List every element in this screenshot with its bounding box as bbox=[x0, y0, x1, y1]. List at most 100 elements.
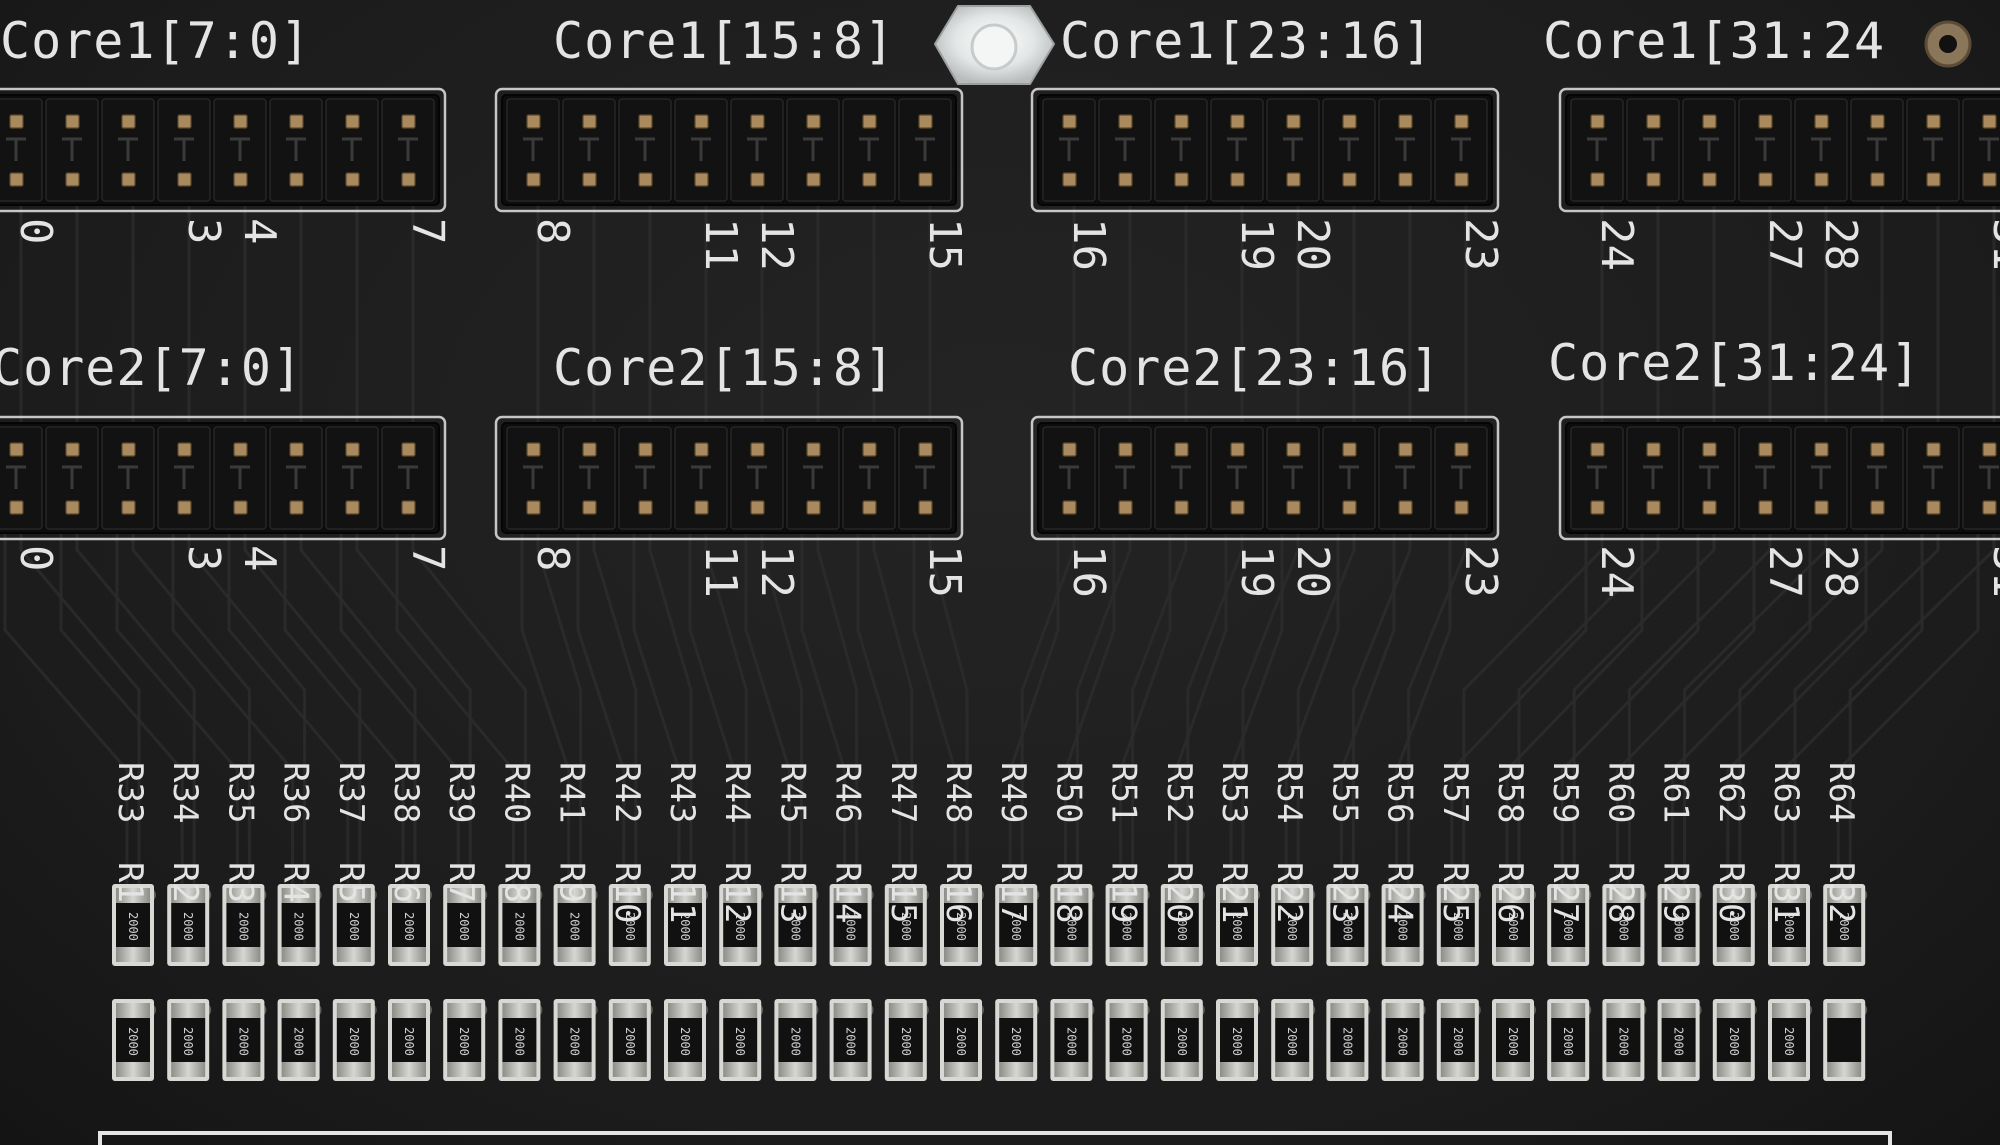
header-pin bbox=[1286, 500, 1301, 515]
header-pin bbox=[1398, 500, 1413, 515]
pcb-trace bbox=[520, 533, 571, 885]
resistor-marking: 2000 bbox=[1561, 1027, 1575, 1056]
header-pin bbox=[1982, 500, 1997, 515]
resistor-designator: R64 bbox=[1821, 762, 1861, 823]
resistor-marking: 2000 bbox=[788, 1027, 802, 1056]
pin-number-label: 28 bbox=[1815, 218, 1866, 271]
pin-number-label: 20 bbox=[1287, 218, 1338, 271]
resistor-cap bbox=[1606, 947, 1641, 962]
resistor-marking: 2000 bbox=[844, 1027, 858, 1056]
header-pin bbox=[9, 500, 24, 515]
resistor-cap bbox=[116, 947, 150, 962]
header-pin bbox=[1814, 500, 1829, 515]
resistor-cap bbox=[1716, 947, 1751, 962]
header-pin bbox=[526, 114, 541, 129]
pin-number-label: 0 bbox=[10, 218, 61, 245]
header-pin bbox=[1118, 114, 1133, 129]
pin-number-label: 16 bbox=[1063, 545, 1114, 598]
resistor-designator: R48 bbox=[938, 762, 978, 823]
resistor-marking: 2000 bbox=[568, 1027, 582, 1056]
header-pin bbox=[1646, 172, 1661, 187]
resistor-cap bbox=[1827, 947, 1862, 962]
header-pin bbox=[582, 442, 597, 457]
resistor-designator: R45 bbox=[772, 762, 812, 823]
header-pin bbox=[121, 114, 136, 129]
resistor-cap bbox=[1220, 1062, 1254, 1077]
resistor-cap bbox=[1440, 947, 1475, 962]
resistor-marking: 2000 bbox=[1396, 1027, 1410, 1056]
resistor-cap bbox=[392, 1003, 426, 1018]
header-pin bbox=[233, 114, 248, 129]
header-pin bbox=[638, 442, 653, 457]
header-pin bbox=[582, 114, 597, 129]
resistor-marking: 2000 bbox=[1175, 1027, 1189, 1056]
resistor-cap bbox=[944, 947, 978, 962]
header-pin bbox=[806, 442, 821, 457]
pin-number-label: 8 bbox=[527, 545, 578, 572]
resistor-cap bbox=[116, 1062, 150, 1077]
resistor-marking: 2000 bbox=[457, 912, 471, 941]
header-pin bbox=[1814, 172, 1829, 187]
header-pin bbox=[1646, 500, 1661, 515]
resistor-cap bbox=[1496, 947, 1530, 962]
header-pin bbox=[750, 442, 765, 457]
header-pin bbox=[1702, 442, 1717, 457]
header-pin bbox=[1590, 442, 1605, 457]
header-pin bbox=[177, 442, 192, 457]
header-pin bbox=[1342, 172, 1357, 187]
resistor-cap bbox=[888, 947, 923, 962]
header-pin bbox=[65, 500, 80, 515]
resistor-designator: R4 bbox=[276, 862, 316, 903]
header-pin bbox=[1702, 500, 1717, 515]
pcb-trace bbox=[1119, 533, 1172, 885]
header-pin bbox=[1454, 500, 1469, 515]
resistor-cap bbox=[1054, 1003, 1089, 1018]
smd-resistor bbox=[1827, 1018, 1862, 1062]
resistor-cap bbox=[281, 1003, 316, 1018]
resistor-marking: 2000 bbox=[1672, 1027, 1686, 1056]
header-pin bbox=[582, 500, 597, 515]
resistor-cap bbox=[1109, 947, 1144, 962]
header-pin bbox=[1814, 114, 1829, 129]
header-pin bbox=[1174, 442, 1189, 457]
pin-number-label: 15 bbox=[919, 218, 970, 271]
header-pin bbox=[121, 442, 136, 457]
resistor-designator: R35 bbox=[220, 762, 260, 823]
resistor-cap bbox=[171, 1003, 206, 1018]
pin-number-label: 27 bbox=[1759, 545, 1810, 598]
resistor-designator: R27 bbox=[1545, 862, 1585, 923]
resistor-cap bbox=[944, 1062, 978, 1077]
resistor-cap bbox=[502, 1062, 537, 1077]
resistor-cap bbox=[447, 947, 482, 962]
pin-number-label: 4 bbox=[234, 218, 285, 245]
pin-number-label: 0 bbox=[10, 545, 61, 572]
resistor-cap bbox=[1661, 947, 1696, 962]
resistor-cap bbox=[171, 1062, 206, 1077]
resistor-marking: 2000 bbox=[1285, 1027, 1299, 1056]
resistor-designator: R19 bbox=[1104, 862, 1144, 923]
header-pin bbox=[1870, 442, 1885, 457]
resistor-designator: R59 bbox=[1545, 762, 1585, 823]
resistor-marking: 2000 bbox=[402, 1027, 416, 1056]
header-pin bbox=[233, 442, 248, 457]
header-pin bbox=[1286, 442, 1301, 457]
header-pin bbox=[65, 172, 80, 187]
header-pin bbox=[1646, 114, 1661, 129]
resistor-cap bbox=[1164, 947, 1199, 962]
header-pin bbox=[862, 114, 877, 129]
pcb-trace bbox=[1008, 533, 1060, 885]
resistor-cap bbox=[392, 947, 426, 962]
resistor-marking: 2000 bbox=[1230, 1027, 1244, 1056]
resistor-marking: 2000 bbox=[236, 1027, 250, 1056]
resistor-cap bbox=[1661, 1062, 1696, 1077]
header-pin bbox=[1590, 114, 1605, 129]
header-pin bbox=[1062, 442, 1077, 457]
header-pin bbox=[1062, 114, 1077, 129]
resistor-designator: R5 bbox=[331, 862, 371, 903]
resistor-designator: R18 bbox=[1048, 862, 1088, 923]
header-pin bbox=[1702, 172, 1717, 187]
header-pin bbox=[233, 500, 248, 515]
header-pin bbox=[918, 172, 933, 187]
pin-number-label: 7 bbox=[402, 545, 453, 572]
resistor-cap bbox=[999, 947, 1034, 962]
